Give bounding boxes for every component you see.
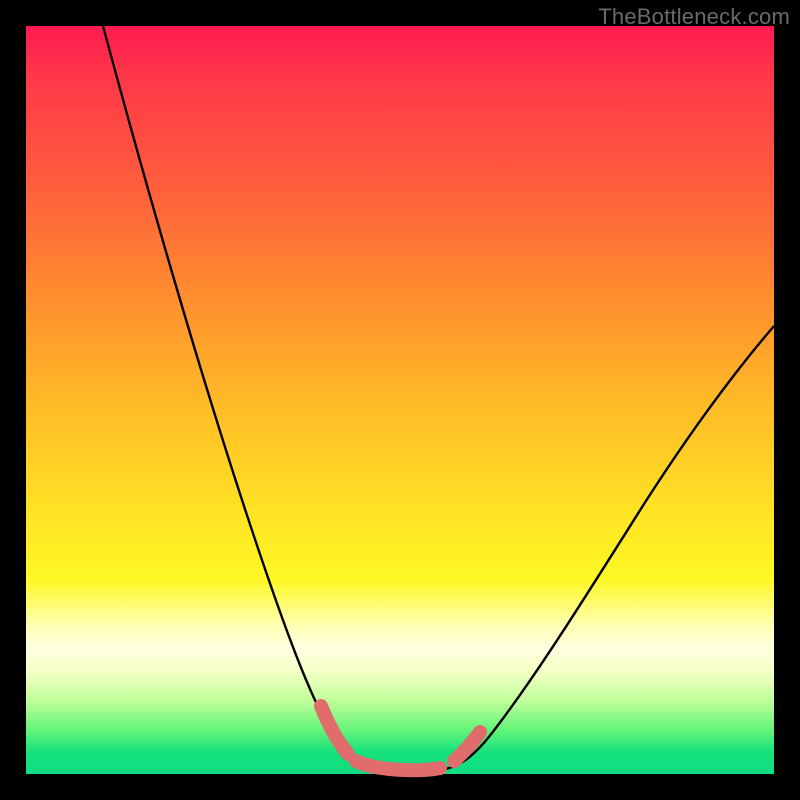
marker-segment-left — [321, 706, 348, 754]
curve-layer — [26, 26, 774, 774]
curve-right-branch — [440, 326, 774, 770]
outer-frame: TheBottleneck.com — [0, 0, 800, 800]
watermark-text: TheBottleneck.com — [598, 4, 790, 30]
marker-segment-right — [454, 732, 480, 761]
marker-segment-basin — [356, 761, 440, 770]
curve-left-branch — [103, 26, 378, 770]
